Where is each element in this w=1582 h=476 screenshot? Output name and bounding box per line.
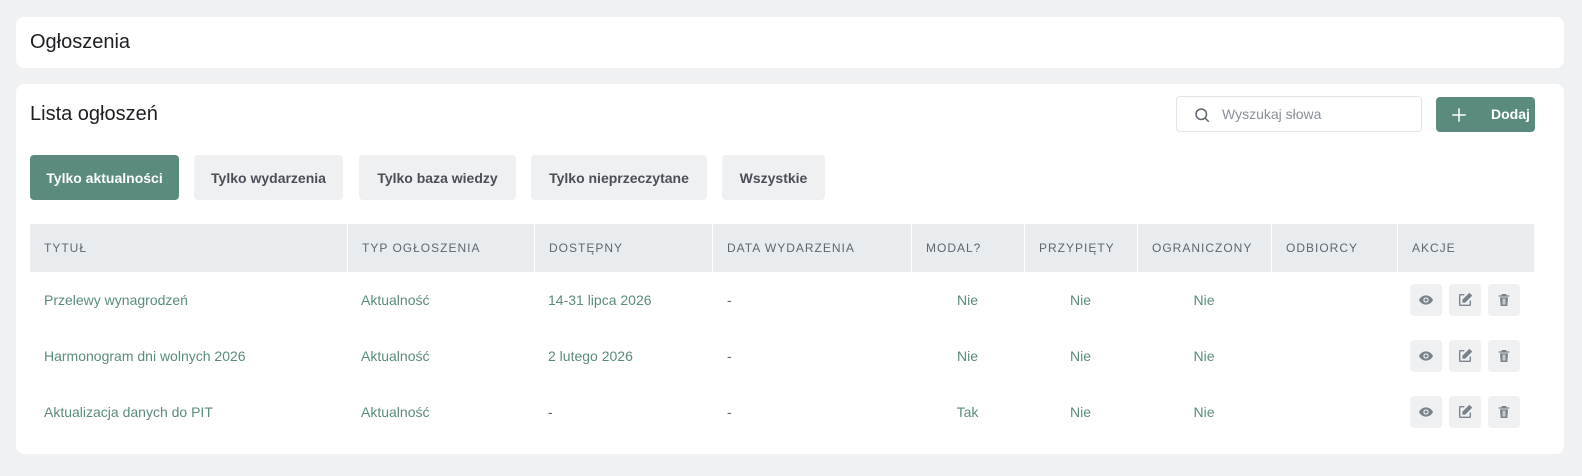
edit-icon	[1459, 348, 1473, 362]
trash-icon	[1498, 406, 1510, 418]
add-button[interactable]: Dodaj	[1436, 97, 1535, 132]
row-modal: Nie	[956, 348, 978, 364]
trash-icon	[1498, 294, 1510, 306]
column-header-title[interactable]: TYTUŁ	[30, 224, 347, 272]
row-restricted: Nie	[1193, 292, 1215, 308]
row-pinned: Nie	[1069, 404, 1091, 420]
search-input[interactable]	[1222, 97, 1412, 131]
edit-button[interactable]	[1449, 284, 1481, 316]
row-pinned: Nie	[1069, 292, 1091, 308]
view-button[interactable]	[1410, 340, 1442, 372]
column-header-recipients[interactable]: ODBIORCY	[1271, 224, 1397, 272]
filter-all[interactable]: Wszystkie	[722, 155, 825, 200]
column-header-event-date[interactable]: DATA WYDARZENIA	[712, 224, 911, 272]
row-available: 2 lutego 2026	[548, 348, 633, 364]
row-actions	[1410, 284, 1520, 316]
search-box[interactable]	[1176, 96, 1422, 132]
row-type: Aktualność	[361, 348, 430, 364]
eye-icon	[1419, 295, 1433, 305]
announcements-table: TYTUŁ TYP OGŁOSZENIA DOSTĘPNY DATA WYDAR…	[30, 224, 1534, 440]
row-event-date: -	[727, 348, 732, 364]
trash-icon	[1498, 350, 1510, 362]
column-header-available[interactable]: DOSTĘPNY	[534, 224, 712, 272]
announcements-card: Lista ogłoszeń Dodaj Tylko aktualności T…	[16, 84, 1564, 454]
edit-icon	[1459, 292, 1473, 306]
column-header-pinned[interactable]: PRZYPIĘTY	[1024, 224, 1137, 272]
column-header-modal[interactable]: MODAL?	[911, 224, 1024, 272]
edit-button[interactable]	[1449, 396, 1481, 428]
view-button[interactable]	[1410, 396, 1442, 428]
row-modal: Nie	[956, 292, 978, 308]
column-header-actions: AKCJE	[1397, 224, 1534, 272]
list-title: Lista ogłoszeń	[30, 103, 158, 125]
eye-icon	[1419, 351, 1433, 361]
row-actions	[1410, 396, 1520, 428]
row-type: Aktualność	[361, 292, 430, 308]
row-modal: Tak	[956, 404, 979, 420]
filter-only-unread[interactable]: Tylko nieprzeczytane	[531, 155, 707, 200]
row-event-date: -	[727, 292, 732, 308]
view-button[interactable]	[1410, 284, 1442, 316]
edit-button[interactable]	[1449, 340, 1481, 372]
row-restricted: Nie	[1193, 348, 1215, 364]
page-header-card: Ogłoszenia	[16, 17, 1564, 68]
row-restricted: Nie	[1193, 404, 1215, 420]
row-event-date: -	[727, 404, 732, 420]
filter-only-knowledge-base[interactable]: Tylko baza wiedzy	[359, 155, 516, 200]
delete-button[interactable]	[1488, 340, 1520, 372]
table-row: Przelewy wynagrodzeń Aktualność 14-31 li…	[30, 272, 1534, 328]
row-type: Aktualność	[361, 404, 430, 420]
delete-button[interactable]	[1488, 284, 1520, 316]
row-title[interactable]: Przelewy wynagrodzeń	[44, 272, 188, 328]
delete-button[interactable]	[1488, 396, 1520, 428]
add-button-label: Dodaj	[1491, 106, 1530, 122]
row-available: 14-31 lipca 2026	[548, 292, 652, 308]
row-title[interactable]: Aktualizacja danych do PIT	[44, 384, 213, 440]
eye-icon	[1419, 407, 1433, 417]
row-available: -	[548, 404, 553, 420]
edit-icon	[1459, 404, 1473, 418]
search-icon	[1195, 108, 1210, 123]
page-title: Ogłoszenia	[30, 31, 131, 53]
row-pinned: Nie	[1069, 348, 1091, 364]
table-row: Aktualizacja danych do PIT Aktualność - …	[30, 384, 1534, 440]
row-title[interactable]: Harmonogram dni wolnych 2026	[44, 328, 246, 384]
plus-icon	[1452, 108, 1466, 122]
row-actions	[1410, 340, 1520, 372]
filter-only-events[interactable]: Tylko wydarzenia	[194, 155, 343, 200]
table-row: Harmonogram dni wolnych 2026 Aktualność …	[30, 328, 1534, 384]
column-header-type[interactable]: TYP OGŁOSZENIA	[347, 224, 534, 272]
table-header: TYTUŁ TYP OGŁOSZENIA DOSTĘPNY DATA WYDAR…	[30, 224, 1534, 272]
filter-only-news[interactable]: Tylko aktualności	[30, 155, 179, 200]
column-header-restricted[interactable]: OGRANICZONY	[1137, 224, 1271, 272]
